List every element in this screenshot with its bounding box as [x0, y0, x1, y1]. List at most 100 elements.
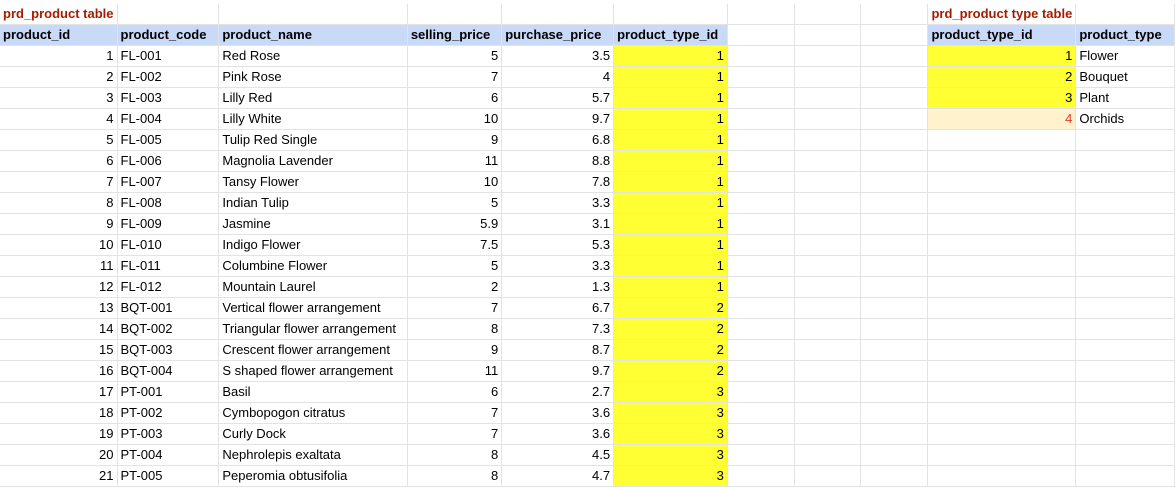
- empty-cell[interactable]: [860, 87, 929, 109]
- cell-product-type-id[interactable]: 3: [613, 423, 728, 445]
- empty-cell[interactable]: [927, 213, 1077, 235]
- empty-cell[interactable]: [794, 87, 862, 109]
- cell-product-id[interactable]: 5: [0, 129, 118, 151]
- empty-cell[interactable]: [927, 444, 1077, 466]
- cell-selling-price[interactable]: 2: [407, 276, 503, 298]
- empty-cell[interactable]: [794, 66, 862, 88]
- cell-purchase-price[interactable]: 8.7: [501, 339, 615, 361]
- empty-cell[interactable]: [860, 129, 929, 151]
- empty-cell[interactable]: [927, 360, 1077, 382]
- cell-purchase-price[interactable]: 8.8: [501, 150, 615, 172]
- cell-purchase-price[interactable]: 4.5: [501, 444, 615, 466]
- empty-cell[interactable]: [794, 4, 862, 25]
- empty-cell[interactable]: [1075, 423, 1175, 445]
- cell-product-code[interactable]: BQT-001: [117, 297, 220, 319]
- empty-cell[interactable]: [927, 318, 1077, 340]
- cell-product-type-id[interactable]: 2: [613, 318, 728, 340]
- cell-product-type-id[interactable]: 1: [613, 129, 728, 151]
- cell-product-code[interactable]: BQT-004: [117, 360, 220, 382]
- empty-cell[interactable]: [860, 360, 929, 382]
- cell-selling-price[interactable]: 7: [407, 297, 503, 319]
- empty-cell[interactable]: [794, 423, 862, 445]
- cell-product-type[interactable]: Plant: [1075, 87, 1175, 109]
- cell-selling-price[interactable]: 8: [407, 465, 503, 487]
- cell-type-id[interactable]: 1: [927, 45, 1077, 67]
- cell-product-id[interactable]: 15: [0, 339, 118, 361]
- cell-product-code[interactable]: PT-005: [117, 465, 220, 487]
- cell-product-code[interactable]: FL-008: [117, 192, 220, 214]
- cell-product-name[interactable]: Nephrolepis exaltata: [218, 444, 408, 466]
- cell-purchase-price[interactable]: 4: [501, 66, 615, 88]
- empty-cell[interactable]: [794, 360, 862, 382]
- empty-cell[interactable]: [794, 339, 862, 361]
- empty-cell[interactable]: [860, 192, 929, 214]
- cell-selling-price[interactable]: 11: [407, 360, 503, 382]
- column-header-product-type[interactable]: product_type: [1075, 24, 1175, 46]
- cell-product-code[interactable]: FL-005: [117, 129, 220, 151]
- empty-cell[interactable]: [1075, 318, 1175, 340]
- cell-purchase-price[interactable]: 3.6: [501, 402, 615, 424]
- cell-product-id[interactable]: 1: [0, 45, 118, 67]
- empty-cell[interactable]: [794, 276, 862, 298]
- empty-cell[interactable]: [1075, 402, 1175, 424]
- empty-cell[interactable]: [860, 4, 929, 25]
- empty-cell[interactable]: [613, 4, 728, 25]
- cell-product-type-id[interactable]: 2: [613, 360, 728, 382]
- cell-product-type[interactable]: Flower: [1075, 45, 1175, 67]
- empty-cell[interactable]: [794, 45, 862, 67]
- empty-cell[interactable]: [727, 318, 795, 340]
- empty-cell[interactable]: [1075, 444, 1175, 466]
- empty-cell[interactable]: [860, 66, 929, 88]
- empty-cell[interactable]: [860, 465, 929, 487]
- cell-product-id[interactable]: 11: [0, 255, 118, 277]
- cell-product-type-id[interactable]: 3: [613, 444, 728, 466]
- empty-cell[interactable]: [1075, 297, 1175, 319]
- cell-product-name[interactable]: S shaped flower arrangement: [218, 360, 408, 382]
- cell-selling-price[interactable]: 7.5: [407, 234, 503, 256]
- empty-cell[interactable]: [1075, 129, 1175, 151]
- cell-purchase-price[interactable]: 7.3: [501, 318, 615, 340]
- cell-product-code[interactable]: FL-012: [117, 276, 220, 298]
- empty-cell[interactable]: [727, 129, 795, 151]
- cell-selling-price[interactable]: 10: [407, 171, 503, 193]
- cell-product-name[interactable]: Crescent flower arrangement: [218, 339, 408, 361]
- cell-product-name[interactable]: Peperomia obtusifolia: [218, 465, 408, 487]
- cell-product-name[interactable]: Vertical flower arrangement: [218, 297, 408, 319]
- empty-cell[interactable]: [794, 465, 862, 487]
- cell-product-id[interactable]: 21: [0, 465, 118, 487]
- cell-purchase-price[interactable]: 5.7: [501, 87, 615, 109]
- empty-cell[interactable]: [727, 4, 795, 25]
- empty-cell[interactable]: [860, 444, 929, 466]
- cell-product-type-id[interactable]: 3: [613, 465, 728, 487]
- cell-product-name[interactable]: Lilly Red: [218, 87, 408, 109]
- empty-cell[interactable]: [860, 171, 929, 193]
- cell-product-id[interactable]: 12: [0, 276, 118, 298]
- empty-cell[interactable]: [727, 465, 795, 487]
- cell-product-type-id[interactable]: 1: [613, 108, 728, 130]
- cell-product-id[interactable]: 17: [0, 381, 118, 403]
- cell-selling-price[interactable]: 5: [407, 45, 503, 67]
- cell-selling-price[interactable]: 6: [407, 381, 503, 403]
- cell-purchase-price[interactable]: 9.7: [501, 108, 615, 130]
- empty-cell[interactable]: [794, 381, 862, 403]
- empty-cell[interactable]: [794, 234, 862, 256]
- cell-product-code[interactable]: FL-001: [117, 45, 220, 67]
- cell-product-name[interactable]: Basil: [218, 381, 408, 403]
- empty-cell[interactable]: [794, 24, 862, 46]
- empty-cell[interactable]: [1075, 150, 1175, 172]
- cell-product-code[interactable]: FL-007: [117, 171, 220, 193]
- cell-purchase-price[interactable]: 4.7: [501, 465, 615, 487]
- cell-product-name[interactable]: Triangular flower arrangement: [218, 318, 408, 340]
- cell-product-code[interactable]: FL-011: [117, 255, 220, 277]
- cell-selling-price[interactable]: 7: [407, 402, 503, 424]
- cell-product-type-id[interactable]: 3: [613, 402, 728, 424]
- empty-cell[interactable]: [727, 234, 795, 256]
- cell-selling-price[interactable]: 9: [407, 129, 503, 151]
- cell-purchase-price[interactable]: 3.3: [501, 192, 615, 214]
- cell-type-id[interactable]: 4: [927, 108, 1077, 130]
- empty-cell[interactable]: [1075, 171, 1175, 193]
- column-header-product-name[interactable]: product_name: [218, 24, 408, 46]
- cell-product-name[interactable]: Mountain Laurel: [218, 276, 408, 298]
- empty-cell[interactable]: [794, 150, 862, 172]
- cell-product-type-id[interactable]: 3: [613, 381, 728, 403]
